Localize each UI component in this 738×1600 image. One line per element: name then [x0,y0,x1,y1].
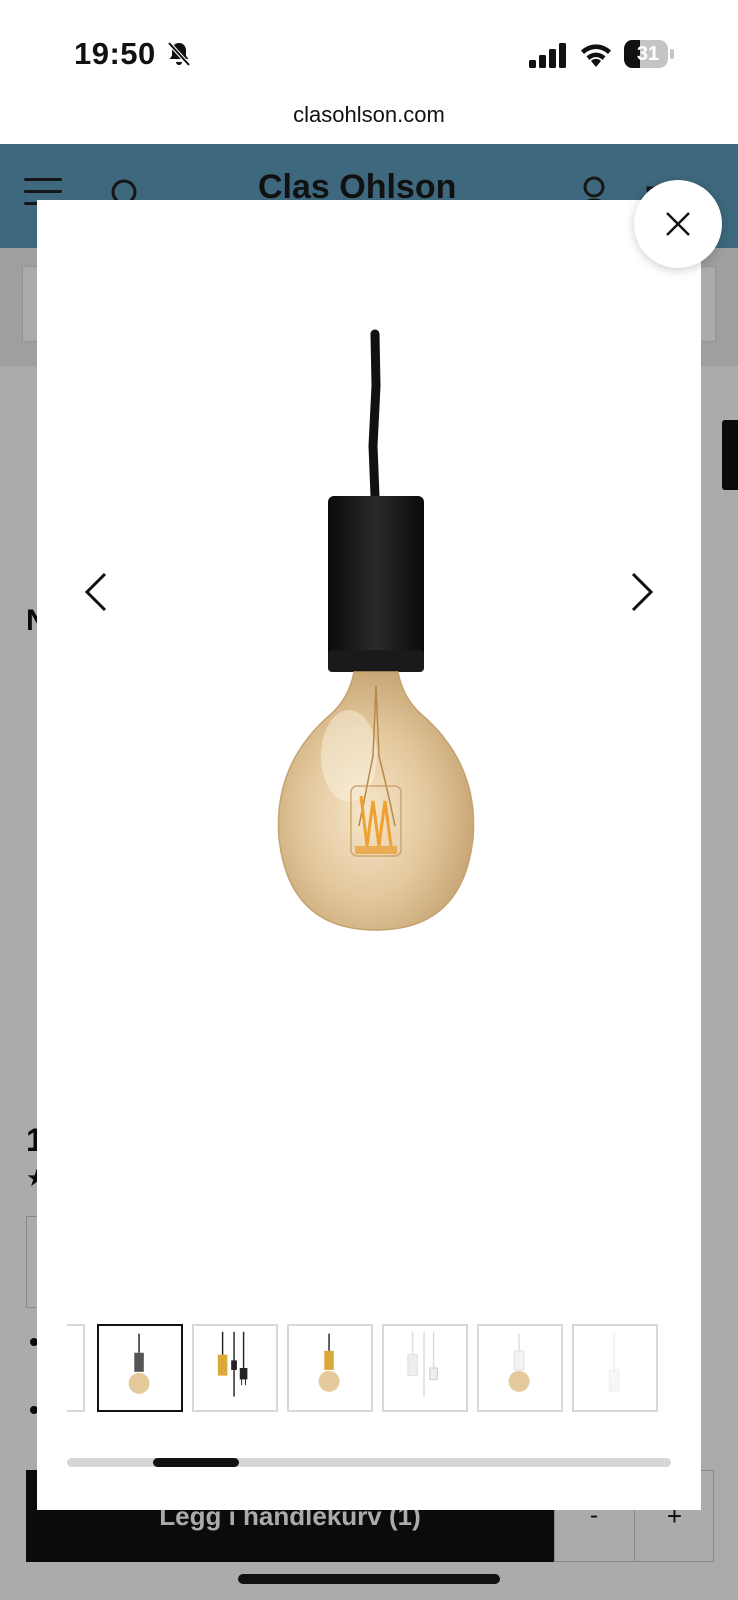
thumb-1[interactable] [97,1324,183,1412]
thumb-4[interactable] [382,1324,468,1412]
url-bar[interactable]: clasohlson.com [0,100,738,144]
thumbnail-scrollbar[interactable] [67,1458,671,1467]
chevron-left-icon[interactable] [81,570,111,614]
thumb-partial[interactable] [67,1324,85,1412]
thumbnail-strip[interactable] [67,1324,671,1412]
status-bar: 19:50 31 [0,0,738,100]
thumb-5[interactable] [477,1324,563,1412]
thumb-6[interactable] [572,1324,658,1412]
thumb-3[interactable] [287,1324,373,1412]
close-icon [666,212,690,236]
bell-slash-icon [167,41,191,67]
chevron-right-icon[interactable] [627,570,657,614]
home-indicator[interactable] [238,1574,500,1584]
thumb-2[interactable] [192,1324,278,1412]
close-button[interactable] [634,180,722,268]
status-time: 19:50 [74,36,156,71]
product-main-image [277,329,475,931]
image-gallery-modal [37,200,701,1510]
wifi-icon [581,44,611,67]
signal-icon [529,43,566,68]
battery-level: 31 [636,43,660,65]
scrollbar-thumb[interactable] [153,1458,239,1467]
